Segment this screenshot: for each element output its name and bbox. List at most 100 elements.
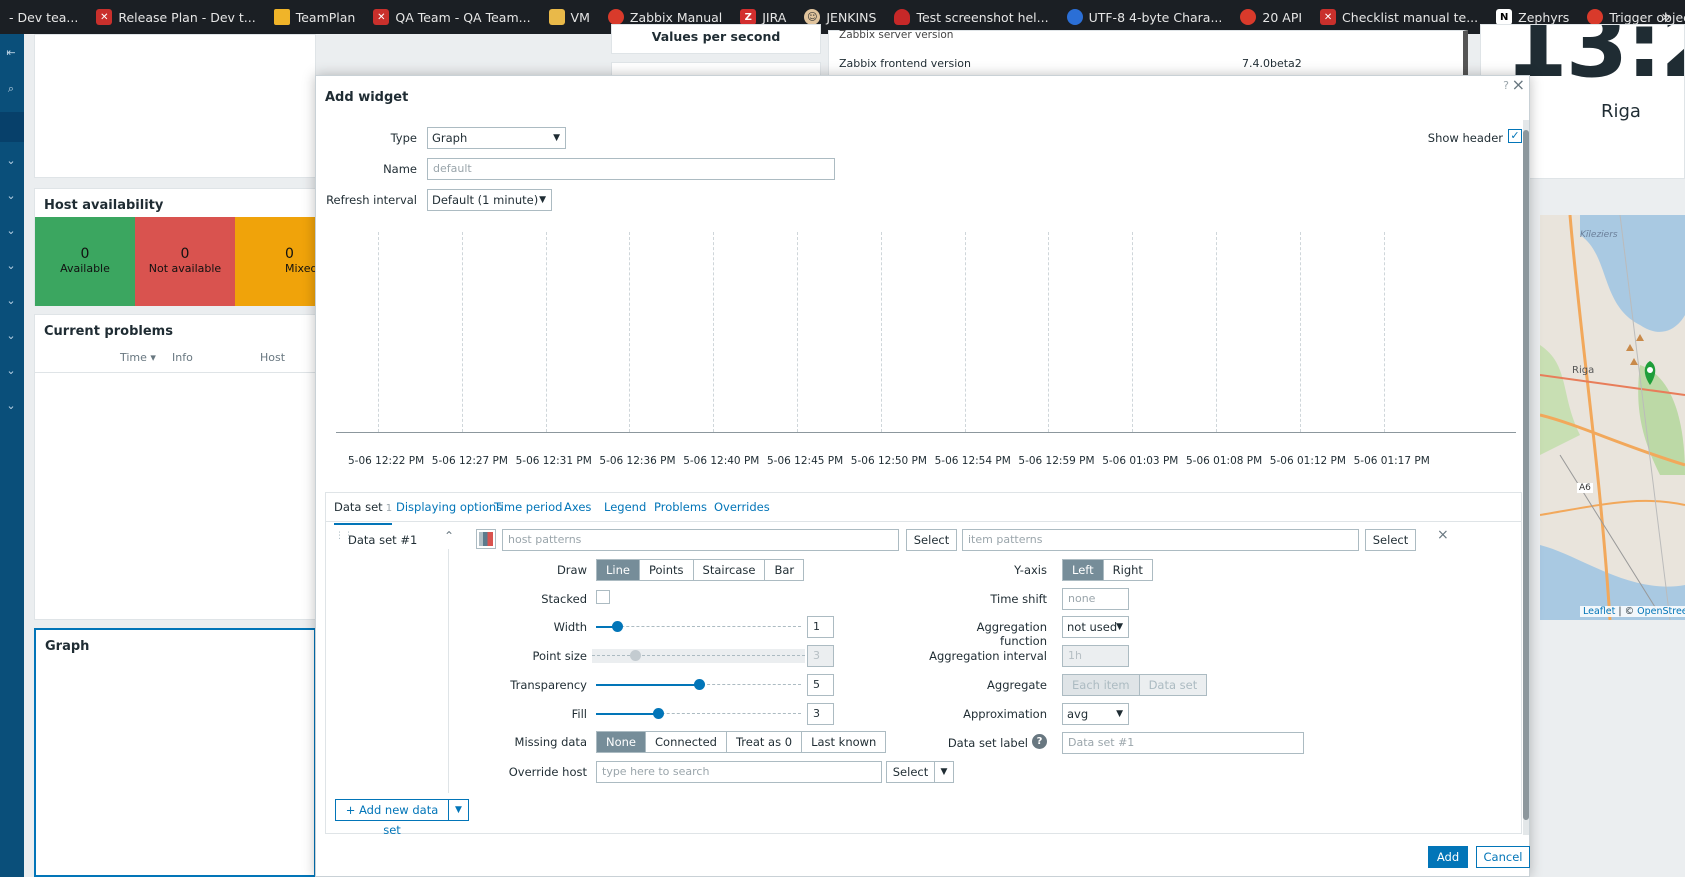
aggregate-each-item-option[interactable]: Each item xyxy=(1063,675,1140,695)
show-header-checkbox[interactable]: ✓ xyxy=(1508,129,1522,143)
leaflet-link[interactable]: Leaflet xyxy=(1583,606,1615,617)
type-select[interactable]: Graph ▼ xyxy=(427,127,566,149)
zabbix-icon xyxy=(1587,9,1604,25)
tab-count-badge: 1 xyxy=(385,503,393,514)
tab-problems[interactable]: Problems xyxy=(654,493,707,521)
point-size-slider[interactable] xyxy=(592,649,805,663)
draw-staircase-option[interactable]: Staircase xyxy=(693,560,766,580)
chevron-down-icon[interactable]: ⌄ xyxy=(4,329,18,343)
chevron-down-icon[interactable]: ⌄ xyxy=(4,364,18,378)
missing-connected-option[interactable]: Connected xyxy=(646,732,727,752)
chevron-down-icon[interactable]: ⌄ xyxy=(4,399,18,413)
refresh-interval-select[interactable]: Default (1 minute) ▼ xyxy=(427,189,552,211)
tab-displaying-options[interactable]: Displaying options xyxy=(396,493,502,521)
graph-widget[interactable]: Graph xyxy=(34,628,316,877)
fill-input[interactable]: 3 xyxy=(807,703,834,725)
item-select-button[interactable]: Select xyxy=(1365,529,1416,551)
approximation-select[interactable]: avg ▼ xyxy=(1062,703,1129,725)
transparency-label: Transparency xyxy=(510,678,587,692)
host-patterns-input[interactable]: host patterns xyxy=(502,529,899,551)
name-input[interactable]: default xyxy=(427,158,835,180)
override-host-dropdown-button[interactable]: ▼ xyxy=(934,761,954,783)
tab-label: Time period xyxy=(494,500,563,514)
missing-last-known-option[interactable]: Last known xyxy=(802,732,886,752)
data-set-label-input[interactable]: Data set #1 xyxy=(1062,732,1304,754)
show-header-label: Show header xyxy=(1427,131,1503,145)
tab-axes[interactable]: Axes xyxy=(564,493,591,521)
available-cell[interactable]: 0 Available xyxy=(35,217,135,306)
draw-points-option[interactable]: Points xyxy=(639,560,694,580)
chevron-down-icon[interactable]: ⌄ xyxy=(4,154,18,168)
tab-label: Data set xyxy=(334,500,383,514)
mixed-cell[interactable]: 0 Mixed xyxy=(235,217,317,306)
add-data-set-dropdown-button[interactable]: ▼ xyxy=(448,799,469,821)
chevron-down-icon[interactable]: ⌄ xyxy=(4,189,18,203)
y-axis-left-option[interactable]: Left xyxy=(1063,560,1104,580)
bookmark-item[interactable]: Test screenshot hel... xyxy=(885,9,1057,25)
bookmark-label: JIRA xyxy=(762,9,787,25)
width-input[interactable]: 1 xyxy=(807,616,834,638)
map-widget[interactable]: Kīleziers Riga A6 Leaflet | © OpenStreet xyxy=(1540,215,1685,620)
tab-legend[interactable]: Legend xyxy=(604,493,646,521)
bookmark-item[interactable]: - Dev tea... xyxy=(0,10,87,25)
chevron-down-icon[interactable]: ⌄ xyxy=(4,224,18,238)
dialog-scrollbar[interactable] xyxy=(1523,120,1529,835)
draw-line-option[interactable]: Line xyxy=(597,560,640,580)
item-patterns-input[interactable]: item patterns xyxy=(962,529,1359,551)
bookmark-item[interactable]: Z JIRA xyxy=(731,9,795,25)
chevron-down-icon[interactable]: ⌄ xyxy=(4,294,18,308)
bookmark-item[interactable]: ☺ JENKINS xyxy=(795,9,885,25)
aggregation-interval-input[interactable]: 1h xyxy=(1062,645,1129,667)
bookmark-item[interactable]: ✕ Release Plan - Dev t... xyxy=(87,9,264,25)
bookmark-item[interactable]: VM xyxy=(540,9,599,25)
bookmark-item[interactable]: ✕ Checklist manual te... xyxy=(1311,9,1487,25)
column-time[interactable]: Time ▾ xyxy=(120,351,156,364)
preview-x-tick-label: 5-06 12:54 PM xyxy=(934,455,1011,467)
width-slider[interactable] xyxy=(596,620,801,634)
add-new-data-set-button[interactable]: + Add new data set xyxy=(335,799,449,837)
transparency-input[interactable]: 5 xyxy=(807,674,834,696)
bookmark-item[interactable]: TeamPlan xyxy=(265,9,365,25)
color-palette-picker[interactable] xyxy=(476,529,496,549)
system-info-widget: Zabbix server version Zabbix frontend ve… xyxy=(828,29,1468,78)
missing-none-option[interactable]: None xyxy=(597,732,647,752)
bookmark-label: - Dev tea... xyxy=(9,9,79,25)
search-icon[interactable]: ⌕ xyxy=(4,82,18,96)
collapse-up-icon[interactable]: ⌃ xyxy=(444,529,454,543)
openstreetmap-link[interactable]: OpenStreet xyxy=(1637,606,1685,617)
draw-bar-option[interactable]: Bar xyxy=(765,560,804,580)
missing-treat-zero-option[interactable]: Treat as 0 xyxy=(726,732,803,752)
bookmark-item[interactable]: Zabbix Manual xyxy=(599,9,731,25)
fill-slider[interactable] xyxy=(596,707,801,721)
tab-time-period[interactable]: Time period xyxy=(494,493,562,521)
help-icon[interactable]: ? xyxy=(1503,79,1509,92)
remove-dataset-icon[interactable]: × xyxy=(1437,527,1449,543)
add-button[interactable]: Add xyxy=(1428,846,1468,868)
override-host-input[interactable]: type here to search xyxy=(596,761,882,783)
preview-x-tick-label: 5-06 01:12 PM xyxy=(1269,455,1346,467)
z-icon: Z xyxy=(740,9,757,25)
aggregation-function-select[interactable]: not used ▼ xyxy=(1062,616,1129,638)
collapse-icon[interactable]: ⇤ xyxy=(4,46,18,60)
preview-grid-line xyxy=(545,232,547,432)
sidebar-active-item[interactable] xyxy=(0,112,24,142)
cancel-button[interactable]: Cancel xyxy=(1476,846,1530,868)
bookmark-item[interactable]: 20 API xyxy=(1231,9,1311,25)
available-label: Available xyxy=(60,262,110,275)
bookmark-item[interactable]: UTF-8 4-byte Chara... xyxy=(1058,9,1232,25)
transparency-slider[interactable] xyxy=(596,678,801,692)
help-icon[interactable]: ? xyxy=(1032,734,1047,749)
time-shift-input[interactable]: none xyxy=(1062,588,1129,610)
chevron-down-icon[interactable]: ⌄ xyxy=(4,259,18,273)
host-select-button[interactable]: Select xyxy=(906,529,957,551)
point-size-input[interactable]: 3 xyxy=(807,645,834,667)
stacked-checkbox[interactable] xyxy=(596,590,610,604)
override-host-select-button[interactable]: Select xyxy=(886,761,935,783)
close-icon[interactable]: × xyxy=(1512,75,1525,94)
bookmark-item[interactable]: ✕ QA Team - QA Team... xyxy=(364,9,539,25)
tab-overrides[interactable]: Overrides xyxy=(714,493,770,521)
aggregate-data-set-option[interactable]: Data set xyxy=(1139,675,1207,695)
y-axis-right-option[interactable]: Right xyxy=(1103,560,1152,580)
bookmark-item[interactable]: N Zephyrs xyxy=(1487,9,1578,25)
not-available-cell[interactable]: 0 Not available xyxy=(135,217,235,306)
